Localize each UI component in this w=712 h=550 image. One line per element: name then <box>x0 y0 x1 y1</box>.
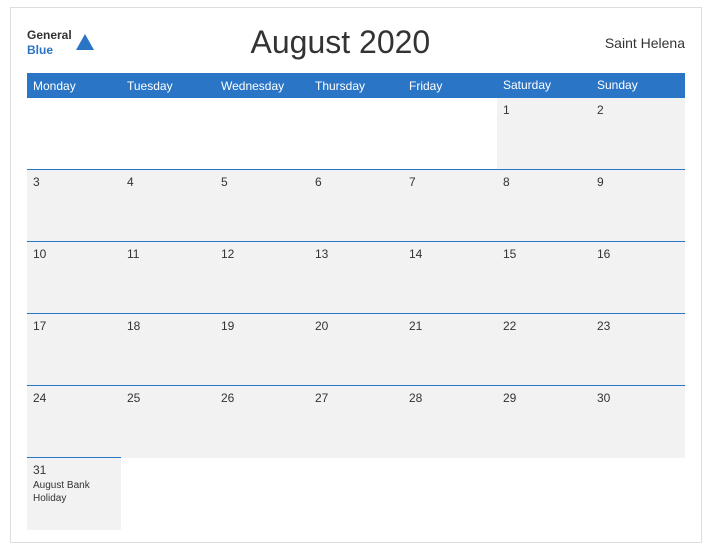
calendar-day-cell: 28 <box>403 386 497 458</box>
weekday-header-cell: Friday <box>403 73 497 98</box>
calendar-week-row: 12 <box>27 98 685 170</box>
day-number: 13 <box>315 247 397 261</box>
day-number: 22 <box>503 319 585 333</box>
day-number: 5 <box>221 175 303 189</box>
calendar-day-cell: 22 <box>497 314 591 386</box>
weekday-header-cell: Wednesday <box>215 73 309 98</box>
calendar-table: MondayTuesdayWednesdayThursdayFridaySatu… <box>27 73 685 530</box>
day-number: 7 <box>409 175 491 189</box>
calendar-day-cell <box>121 98 215 170</box>
weekday-header-cell: Tuesday <box>121 73 215 98</box>
day-number: 21 <box>409 319 491 333</box>
weekday-header-cell: Sunday <box>591 73 685 98</box>
calendar-day-cell: 9 <box>591 170 685 242</box>
location-label: Saint Helena <box>585 35 685 51</box>
day-number: 1 <box>503 103 585 117</box>
day-number: 30 <box>597 391 679 405</box>
calendar-day-cell: 25 <box>121 386 215 458</box>
day-number: 28 <box>409 391 491 405</box>
calendar-day-cell <box>215 98 309 170</box>
day-number: 15 <box>503 247 585 261</box>
day-number: 8 <box>503 175 585 189</box>
calendar-day-cell <box>309 458 403 530</box>
calendar-day-cell: 10 <box>27 242 121 314</box>
logo-flag-icon <box>74 32 96 54</box>
calendar-day-cell: 21 <box>403 314 497 386</box>
calendar-day-cell: 8 <box>497 170 591 242</box>
calendar-header: General Blue August 2020 Saint Helena <box>27 24 685 61</box>
calendar-day-cell: 29 <box>497 386 591 458</box>
day-number: 9 <box>597 175 679 189</box>
day-number: 3 <box>33 175 115 189</box>
day-number: 14 <box>409 247 491 261</box>
calendar-day-cell: 15 <box>497 242 591 314</box>
calendar-day-cell: 26 <box>215 386 309 458</box>
calendar-day-cell: 3 <box>27 170 121 242</box>
calendar-day-cell: 1 <box>497 98 591 170</box>
calendar-day-cell: 12 <box>215 242 309 314</box>
calendar-day-cell: 19 <box>215 314 309 386</box>
day-number: 2 <box>597 103 679 117</box>
calendar-day-cell: 24 <box>27 386 121 458</box>
calendar-day-cell: 6 <box>309 170 403 242</box>
calendar-day-cell: 30 <box>591 386 685 458</box>
logo: General Blue <box>27 28 96 57</box>
calendar-day-cell: 16 <box>591 242 685 314</box>
calendar-day-cell <box>309 98 403 170</box>
day-number: 27 <box>315 391 397 405</box>
weekday-header-cell: Saturday <box>497 73 591 98</box>
calendar-week-row: 10 11 12 13 14 15 16 <box>27 242 685 314</box>
weekday-header-cell: Thursday <box>309 73 403 98</box>
weekday-header-row: MondayTuesdayWednesdayThursdayFridaySatu… <box>27 73 685 98</box>
day-number: 19 <box>221 319 303 333</box>
logo-general-text: General <box>27 28 72 42</box>
day-number: 25 <box>127 391 209 405</box>
day-number: 31 <box>33 463 115 477</box>
calendar-day-cell <box>27 98 121 170</box>
calendar-day-cell: 2 <box>591 98 685 170</box>
calendar-week-row: 31 August Bank Holiday <box>27 458 685 530</box>
calendar-day-cell: 31 August Bank Holiday <box>27 458 121 530</box>
calendar-day-cell: 7 <box>403 170 497 242</box>
logo-blue-text: Blue <box>27 43 72 57</box>
calendar-day-cell: 23 <box>591 314 685 386</box>
month-title: August 2020 <box>96 24 585 61</box>
weekday-header-cell: Monday <box>27 73 121 98</box>
calendar-day-cell: 4 <box>121 170 215 242</box>
calendar-day-cell: 27 <box>309 386 403 458</box>
day-number: 11 <box>127 247 209 261</box>
calendar-day-cell <box>497 458 591 530</box>
calendar-day-cell <box>403 458 497 530</box>
day-number: 12 <box>221 247 303 261</box>
day-number: 10 <box>33 247 115 261</box>
calendar-day-cell: 17 <box>27 314 121 386</box>
day-number: 6 <box>315 175 397 189</box>
day-number: 23 <box>597 319 679 333</box>
day-number: 20 <box>315 319 397 333</box>
calendar-week-row: 17 18 19 20 21 22 23 <box>27 314 685 386</box>
calendar-day-cell: 14 <box>403 242 497 314</box>
day-number: 4 <box>127 175 209 189</box>
calendar-day-cell: 5 <box>215 170 309 242</box>
day-number: 29 <box>503 391 585 405</box>
calendar-day-cell: 11 <box>121 242 215 314</box>
day-number: 18 <box>127 319 209 333</box>
calendar-day-cell <box>121 458 215 530</box>
day-number: 26 <box>221 391 303 405</box>
calendar-week-row: 24 25 26 27 28 29 30 <box>27 386 685 458</box>
day-number: 16 <box>597 247 679 261</box>
calendar-day-cell: 18 <box>121 314 215 386</box>
calendar-day-cell: 13 <box>309 242 403 314</box>
day-number: 17 <box>33 319 115 333</box>
calendar-day-cell <box>403 98 497 170</box>
day-number: 24 <box>33 391 115 405</box>
event-label: August Bank Holiday <box>33 479 115 505</box>
calendar-container: General Blue August 2020 Saint Helena Mo… <box>10 7 702 543</box>
calendar-day-cell <box>591 458 685 530</box>
calendar-day-cell <box>215 458 309 530</box>
calendar-day-cell: 20 <box>309 314 403 386</box>
calendar-week-row: 3456789 <box>27 170 685 242</box>
